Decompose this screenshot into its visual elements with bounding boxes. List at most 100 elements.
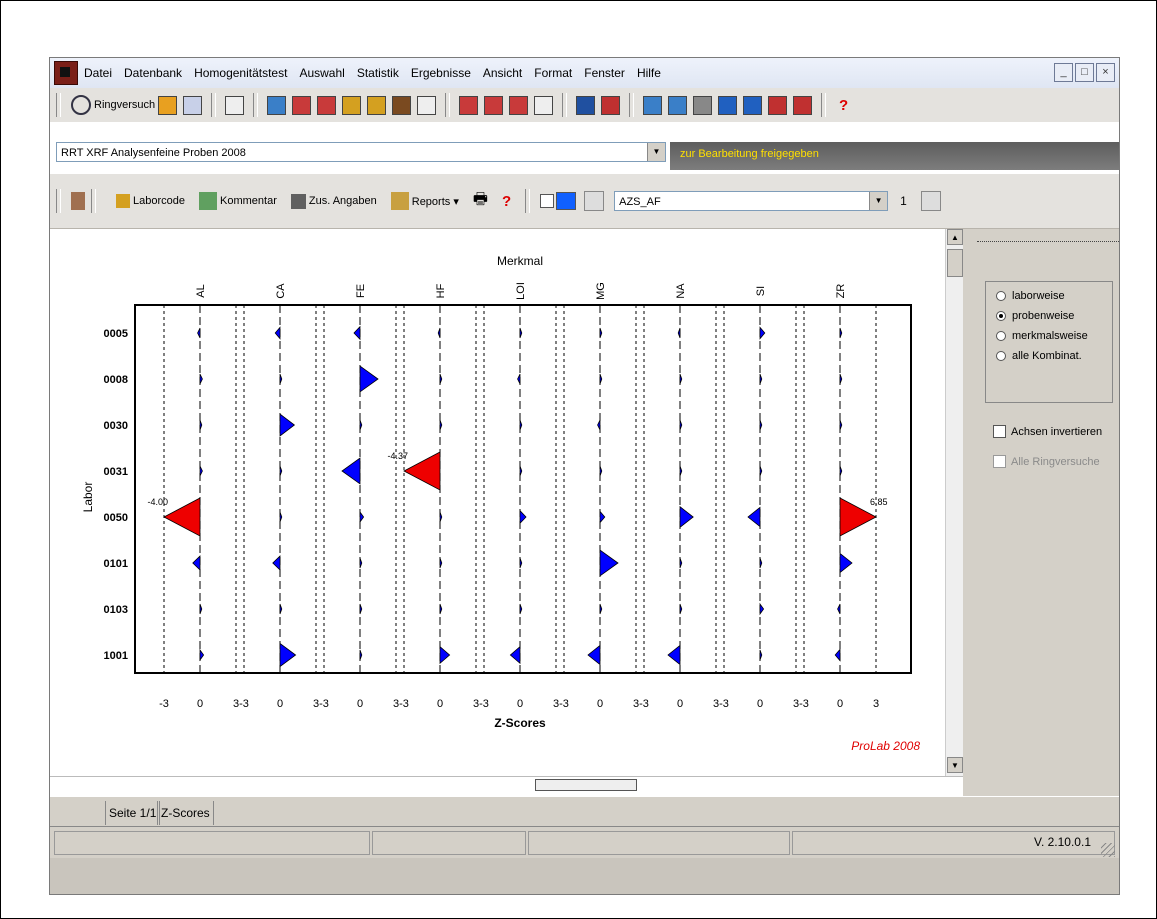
achsen-invertieren-checkbox[interactable]: Achsen invertieren [993,425,1102,438]
splitter-handle[interactable] [535,779,637,791]
edit-icon[interactable] [417,95,437,115]
x-tick-label: 0 [357,698,363,710]
resize-grip[interactable] [1101,843,1115,857]
status-cell [54,831,370,855]
filter-value-field[interactable] [556,192,577,210]
menu-ergebnisse[interactable]: Ergebnisse [411,66,471,80]
feature-label: NA [675,283,687,299]
chart2-icon[interactable] [668,95,688,115]
ringversuch-select-value: RRT XRF Analysenfeine Proben 2008 [61,147,246,159]
close-button[interactable]: × [1096,63,1115,82]
radio-merkmalsweise[interactable] [996,331,1006,341]
box-icon[interactable] [392,95,412,115]
lab-label: 1001 [104,650,128,662]
zscore-marker [163,497,201,537]
zscore-marker [759,326,766,340]
arrow-icon[interactable] [509,95,529,115]
filter-checkbox[interactable] [540,194,555,208]
info-icon[interactable] [71,192,85,210]
settings-icon[interactable] [718,95,738,115]
calendar-red2-icon[interactable] [317,95,337,115]
menu-statistik[interactable]: Statistik [357,66,399,80]
zscore-marker [587,644,601,666]
grid-red2-icon[interactable] [484,95,504,115]
sort-icon[interactable] [584,191,605,211]
zus-angaben-button[interactable]: Zus. Angaben [290,193,377,209]
options-panel: laborweise probenweise merkmalsweise all… [963,229,1119,829]
tab-seite[interactable]: Seite 1/1 [105,801,161,825]
user-icon[interactable] [158,95,178,115]
chart-footer: ProLab 2008 [851,739,920,753]
option-laborweise[interactable]: laborweise [996,290,1112,302]
calendar-red-icon[interactable] [292,95,312,115]
chart-icon[interactable] [643,95,663,115]
menu-hilfe[interactable]: Hilfe [637,66,661,80]
radio-laborweise[interactable] [996,291,1006,301]
menu-homogenitaetstest[interactable]: Homogenitätstest [194,66,287,80]
laborcode-button[interactable]: Laborcode [116,194,185,208]
zscore-marker [279,642,297,668]
report-icon [390,192,409,210]
bookmark-red-icon[interactable] [601,95,621,115]
toolbar-separator [445,93,451,117]
chart-title: Merkmal [497,254,543,268]
ringversuch-button[interactable]: Ringversuch [71,95,155,115]
alle-ringversuche-checkbox[interactable]: Alle Ringversuche [993,455,1100,468]
ringversuch-select[interactable]: RRT XRF Analysenfeine Proben 2008 ▼ [56,142,666,162]
option-probenweise[interactable]: probenweise [996,310,1112,322]
menu-datei[interactable]: Datei [84,66,112,80]
checkbox-box[interactable] [993,425,1006,438]
vertical-scrollbar[interactable]: ▲ ▼ [945,229,964,776]
minimize-button[interactable]: _ [1054,63,1073,82]
tab-zscores[interactable]: Z-Scores [157,801,214,825]
option-alle-kombinat[interactable]: alle Kombinat. [996,350,1112,362]
sort2-icon[interactable] [920,191,941,211]
zscore-marker [759,419,763,431]
radio-probenweise[interactable] [996,311,1006,321]
bookmark-icon[interactable] [576,95,596,115]
help-icon[interactable]: ? [835,97,852,114]
app-icon[interactable] [54,61,78,85]
scroll-down-icon[interactable]: ▼ [947,757,963,773]
grid-red-icon[interactable] [459,95,479,115]
bar-chart-icon[interactable] [743,95,763,115]
zscore-marker [192,555,201,571]
zscore-marker [834,648,841,662]
radio-alle-kombinat[interactable] [996,351,1006,361]
kommentar-button[interactable]: Kommentar [199,192,277,210]
status-cell [372,831,526,855]
scroll-up-icon[interactable]: ▲ [947,229,963,245]
option-merkmalsweise[interactable]: merkmalsweise [996,330,1112,342]
feature-select[interactable]: AZS_AF ▼ [614,191,889,211]
scroll-thumb[interactable] [947,249,963,277]
menu-auswahl[interactable]: Auswahl [299,66,344,80]
filter-icon[interactable] [693,95,713,115]
menu-ansicht[interactable]: Ansicht [483,66,522,80]
x-tick-label: -3 [159,698,169,710]
reports-button[interactable]: Reports ▾ [390,192,459,210]
report2-icon[interactable] [793,95,813,115]
search-person2-icon[interactable] [367,95,387,115]
maximize-button[interactable]: □ [1075,63,1094,82]
plot-layer: AL-3 0 3CA-3 0 3FE-3 0 3HF-3 0 3LOI-3 0 3MG-3 0 3NA-… [104,282,888,710]
checkbox-label: Alle Ringversuche [1011,455,1100,468]
chevron-down-icon[interactable]: ▼ [647,143,665,161]
table-icon[interactable] [183,95,203,115]
print-button[interactable]: 🖶 [473,188,488,215]
feature-label: FE [355,284,367,298]
menu-fenster[interactable]: Fenster [584,66,625,80]
chevron-down-icon[interactable]: ▼ [869,192,888,210]
checkbox-box[interactable] [993,455,1006,468]
help-button[interactable]: ? [502,193,511,210]
splitter-handle[interactable] [977,241,1119,245]
document-icon[interactable] [225,95,245,115]
version-label: V. 2.10.0.1 [1034,835,1091,849]
search-person-icon[interactable] [342,95,362,115]
export-icon[interactable] [534,95,554,115]
menu-datenbank[interactable]: Datenbank [124,66,182,80]
zscore-marker [279,603,283,615]
report-icon[interactable] [768,95,788,115]
zscore-marker [747,506,761,528]
menu-format[interactable]: Format [534,66,572,80]
calendar-icon[interactable] [267,95,287,115]
